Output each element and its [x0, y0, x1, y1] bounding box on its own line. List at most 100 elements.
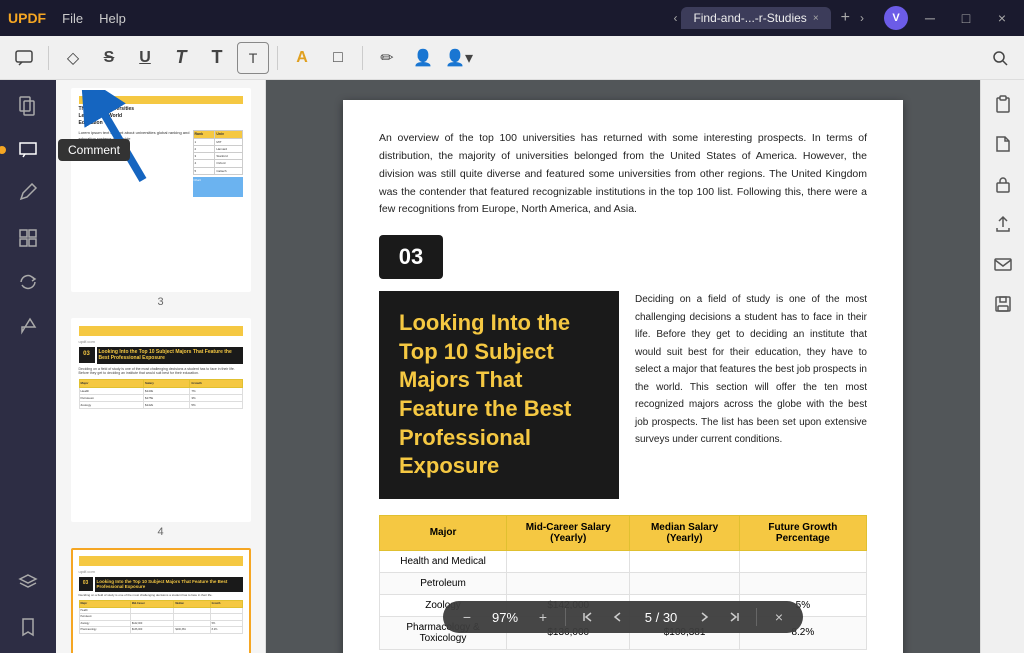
right-lock-icon[interactable] [987, 168, 1019, 200]
comment-tool-btn[interactable] [8, 42, 40, 74]
thumbnail-4[interactable]: updf.com 03 Looking Into the Top 10 Subj… [64, 318, 257, 538]
table-header-median: Median Salary (Yearly) [630, 515, 739, 550]
highlight-btn[interactable]: A [286, 42, 318, 74]
person-btn[interactable]: 👤 [407, 42, 439, 74]
new-tab-btn[interactable]: + [835, 9, 856, 27]
thumb-img-4: updf.com 03 Looking Into the Top 10 Subj… [71, 318, 251, 522]
left-sidebar: Comment [0, 80, 56, 653]
close-nav-btn[interactable]: × [767, 605, 791, 629]
close-btn[interactable]: × [988, 8, 1016, 28]
thumb-img-3: The Global UniversitiesLeading the World… [71, 88, 251, 292]
sidebar-organize-icon[interactable] [10, 220, 46, 256]
toolbar-sep-1 [48, 46, 49, 70]
right-page-icon[interactable] [987, 128, 1019, 160]
right-sidebar [980, 80, 1024, 653]
help-menu[interactable]: Help [99, 11, 126, 26]
thumbnail-5[interactable]: updf.com 03 Looking Into the Top 10 Subj… [64, 548, 257, 653]
table-header-growth: Future Growth Percentage [739, 515, 866, 550]
sidebar-pages-icon[interactable] [10, 88, 46, 124]
tabs: ‹ Find-and-...-r-Studies × + › [673, 7, 864, 29]
active-tab[interactable]: Find-and-...-r-Studies × [681, 7, 830, 29]
thumb-num-4: 4 [157, 526, 163, 538]
table-cell-mid-1 [507, 572, 630, 594]
section-body: Deciding on a field of study is one of t… [635, 291, 867, 499]
title-bar: UPDF File Help ‹ Find-and-...-r-Studies … [0, 0, 1024, 36]
pen-btn[interactable]: ✏ [371, 42, 403, 74]
table-cell-grw-0 [739, 550, 866, 572]
sidebar-convert-icon[interactable] [10, 264, 46, 300]
shapes-btn[interactable]: □ [322, 42, 354, 74]
bottom-bar: − 97% + 5 / 30 × [443, 601, 803, 633]
sidebar-edit-icon[interactable] [10, 176, 46, 212]
section-title-box: Looking Into the Top 10 Subject Majors T… [379, 291, 619, 499]
table-header-major: Major [380, 515, 507, 550]
text-plain-btn[interactable]: T [201, 42, 233, 74]
stamp-btn[interactable]: ◇ [57, 42, 89, 74]
bottom-sep-1 [565, 608, 566, 626]
right-share-icon[interactable] [987, 208, 1019, 240]
sidebar-fill-icon[interactable] [10, 308, 46, 344]
table-cell-grw-1 [739, 572, 866, 594]
thumb-4-content: updf.com 03 Looking Into the Top 10 Subj… [73, 320, 249, 520]
active-indicator [0, 146, 6, 154]
intro-paragraph: An overview of the top 100 universities … [379, 130, 867, 219]
more-btn[interactable]: 👤▾ [443, 42, 475, 74]
bottom-sep-2 [756, 608, 757, 626]
table-header-midcareer: Mid-Career Salary (Yearly) [507, 515, 630, 550]
toolbar-sep-2 [277, 46, 278, 70]
table-row: Health and Medical [380, 550, 867, 572]
right-save-icon[interactable] [987, 288, 1019, 320]
maximize-btn[interactable]: □ [952, 8, 980, 28]
nav-prev-btn[interactable] [606, 605, 630, 629]
tab-label: Find-and-...-r-Studies [693, 11, 806, 25]
underline-btn[interactable]: U [129, 42, 161, 74]
tab-scroll-right[interactable]: › [860, 11, 864, 25]
section-number: 03 [379, 235, 443, 279]
nav-next-btn[interactable] [692, 605, 716, 629]
tab-close-btn[interactable]: × [813, 13, 819, 24]
tab-scroll-left[interactable]: ‹ [673, 11, 677, 25]
table-cell-mid-0 [507, 550, 630, 572]
app-logo: UPDF [8, 10, 46, 26]
total-pages: 30 [663, 610, 677, 625]
text-italic-btn[interactable]: T [165, 42, 197, 74]
table-cell-med-0 [630, 550, 739, 572]
window-controls: V ─ □ × [876, 6, 1016, 30]
zoom-out-btn[interactable]: − [455, 605, 479, 629]
thumb-num-3: 3 [157, 296, 163, 308]
file-menu[interactable]: File [62, 11, 83, 26]
sidebar-layers-icon[interactable] [10, 565, 46, 601]
menu-bar: File Help [62, 11, 126, 26]
thumb-3-content: The Global UniversitiesLeading the World… [73, 90, 249, 290]
search-btn[interactable] [984, 42, 1016, 74]
toolbar-sep-3 [362, 46, 363, 70]
section-title: Looking Into the Top 10 Subject Majors T… [399, 309, 599, 481]
table-cell-major-0: Health and Medical [380, 550, 507, 572]
zoom-in-btn[interactable]: + [531, 605, 555, 629]
comment-tooltip: Comment [58, 139, 130, 161]
minimize-btn[interactable]: ─ [916, 8, 944, 28]
thumbnail-panel: The Global UniversitiesLeading the World… [56, 80, 266, 653]
main-layout: Comment [0, 80, 1024, 653]
sidebar-comment-icon[interactable]: Comment [10, 132, 46, 168]
current-page: 5 [645, 610, 652, 625]
section-row: Looking Into the Top 10 Subject Majors T… [379, 291, 867, 499]
strikethrough-btn[interactable]: S [93, 42, 125, 74]
text-box-btn[interactable]: T [237, 42, 269, 74]
page-sep: / [656, 610, 663, 625]
nav-first-btn[interactable] [576, 605, 600, 629]
avatar: V [884, 6, 908, 30]
pdf-page: An overview of the top 100 universities … [343, 100, 903, 653]
toolbar: ◇ S U T T T A □ ✏ 👤 👤▾ [0, 36, 1024, 80]
thumb-5-content: updf.com 03 Looking Into the Top 10 Subj… [73, 550, 249, 653]
pdf-area: An overview of the top 100 universities … [266, 80, 980, 653]
page-info: 5 / 30 [636, 610, 686, 625]
table-row: Petroleum [380, 572, 867, 594]
nav-last-btn[interactable] [722, 605, 746, 629]
table-cell-med-1 [630, 572, 739, 594]
sidebar-bookmark-icon[interactable] [10, 609, 46, 645]
thumbnail-3[interactable]: The Global UniversitiesLeading the World… [64, 88, 257, 308]
right-clipboard-icon[interactable] [987, 88, 1019, 120]
thumb-img-5: updf.com 03 Looking Into the Top 10 Subj… [71, 548, 251, 653]
right-mail-icon[interactable] [987, 248, 1019, 280]
